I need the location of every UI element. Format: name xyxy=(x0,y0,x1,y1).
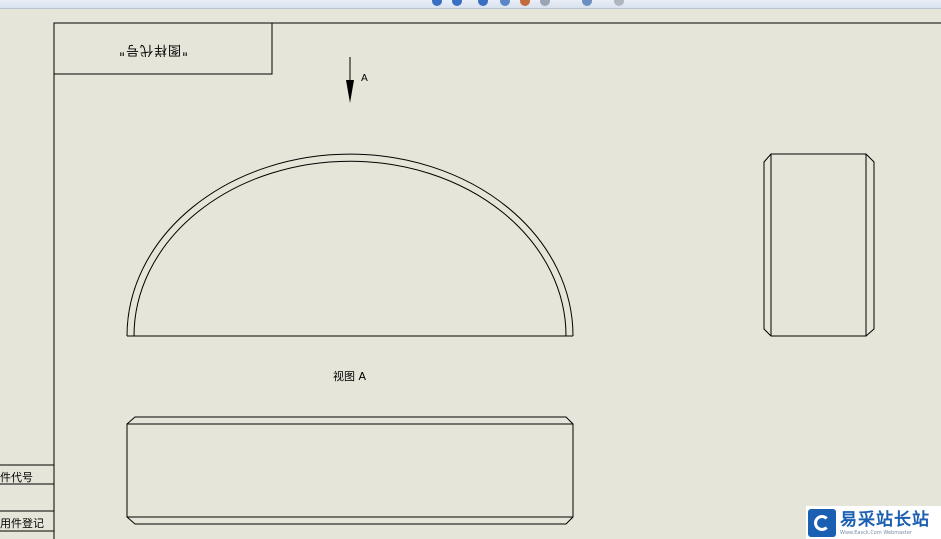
arc-inner xyxy=(133,160,567,337)
watermark: 易采站长站 Www.Easck.Com Webmaster xyxy=(806,506,941,539)
part-register-label: 用件登记 xyxy=(0,517,44,530)
arc-outer xyxy=(126,153,574,337)
top-view-outline xyxy=(126,416,574,525)
view-arrow-head xyxy=(346,80,354,103)
title-block-label: "图样代号" xyxy=(118,42,188,57)
drawing-canvas[interactable]: "图样代号" A 视图 A 件代号 用件登记 易采站长站 Www.Easck.C… xyxy=(0,0,941,539)
easck-logo-icon xyxy=(808,508,836,537)
part-code-label: 件代号 xyxy=(0,471,33,484)
side-view-outline xyxy=(763,153,875,337)
view-arrow-label: A xyxy=(361,73,368,84)
watermark-name: 易采站长站 xyxy=(840,509,930,530)
watermark-url: Www.Easck.Com Webmaster xyxy=(840,529,912,536)
view-caption: 视图 A xyxy=(333,370,367,383)
drawing-sheet xyxy=(0,22,941,539)
